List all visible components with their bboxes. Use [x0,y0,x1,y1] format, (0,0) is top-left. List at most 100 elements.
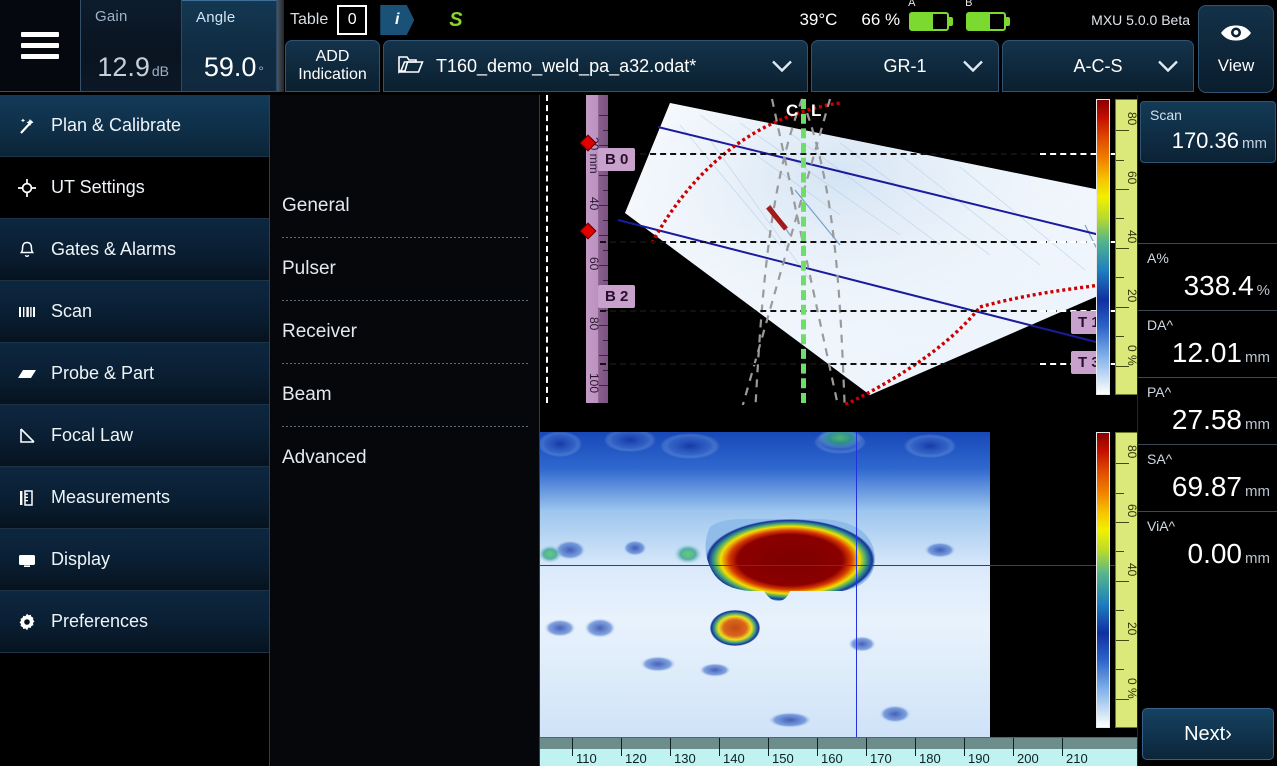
bell-icon [16,240,38,260]
gate-tag-b2[interactable]: B 2 [598,285,635,308]
submenu-item-general[interactable]: General [270,175,539,237]
next-button[interactable]: Next› [1142,708,1274,760]
readout-unit: mm [1245,483,1270,500]
c-scan-amplitude-scale: 0 % 20 40 60 80 [1115,432,1137,728]
sidebar-item-label: Gates & Alarms [51,239,176,260]
c-scan-tick-label: 200 [1017,751,1039,766]
sscan-data-fan [540,95,1137,405]
wand-icon [16,116,38,136]
table-count-box[interactable]: 0 [337,5,367,35]
table-indicator-group: Table 0 i S [290,0,463,40]
centerline-marker[interactable] [801,99,806,403]
battery-a-icon: A [909,9,955,31]
submenu-panel: General Pulser Receiver Beam Advanced [270,95,540,766]
c-scan-tick-band [540,738,1137,749]
chevron-down-icon[interactable] [771,60,793,73]
readout-sa[interactable]: SA^ 69.87mm [1138,444,1277,511]
hamburger-icon-bar [21,43,59,48]
sidebar-filler [0,653,269,761]
layout-select[interactable]: A-C-S [1002,40,1194,92]
chevron-down-icon[interactable] [1157,60,1179,73]
sscan-colorbar [1096,99,1110,395]
chevron-down-icon[interactable] [962,60,984,73]
sidebar-item-probe-part[interactable]: Probe & Part [0,343,269,405]
sidebar-item-scan[interactable]: Scan [0,281,269,343]
readout-unit: mm [1245,349,1270,366]
submenu-item-receiver[interactable]: Receiver [270,301,539,363]
readout-value: 27.58mm [1147,404,1270,436]
battery-a-label: A [908,0,915,9]
centerline-label-l: L [811,101,821,121]
readout-value: 69.87mm [1147,471,1270,503]
table-label: Table [290,11,328,29]
submenu-item-advanced[interactable]: Advanced [270,427,539,489]
c-scan-cursor-vertical[interactable] [856,432,857,737]
readout-via[interactable]: ViA^ 0.00mm [1138,511,1277,578]
group-select[interactable]: GR-1 [811,40,999,92]
amplitude-tick-label: 40 [1125,563,1137,576]
sidebar-item-focal-law[interactable]: Focal Law [0,405,269,467]
c-scan-horizontal-ruler[interactable]: 110 120 130 140 150 160 170 180 190 200 … [540,737,1137,766]
c-scan-tick-label: 160 [821,751,843,766]
gate-tag-b0[interactable]: B 0 [598,148,635,171]
file-selector[interactable]: T160_demo_weld_pa_a32.odat* [383,40,808,92]
submenu-item-beam[interactable]: Beam [270,364,539,426]
bars-icon [16,302,38,322]
c-scan-view[interactable]: 110 120 130 140 150 160 170 180 190 200 … [540,432,1137,766]
c-scan-tick-label: 110 [576,751,597,766]
ruler-icon [16,488,38,508]
sscan-amplitude-scale: 0 % 20 40 60 80 [1115,99,1137,395]
readout-unit: mm [1245,550,1270,567]
readout-value: 0.00mm [1147,538,1270,570]
angle-label: Angle [196,9,264,26]
angle-parameter-tile[interactable]: Angle 59.0° [182,0,277,92]
sector-scan-view[interactable]: 20 mm 40 60 80 100 [540,95,1137,405]
view-button[interactable]: View [1198,5,1274,93]
c-scan-tick-label: 180 [919,751,941,766]
readout-da[interactable]: DA^ 12.01mm [1138,310,1277,377]
add-indication-button[interactable]: ADD Indication [285,40,380,92]
application-window: Gain 12.9dB Angle 59.0° Table 0 i S 39°C… [0,0,1277,766]
c-scan-tick-label: 170 [870,751,892,766]
sidebar-item-label: Plan & Calibrate [51,115,181,136]
battery-percent-readout: 66 % [861,10,900,30]
c-scan-cursor-horizontal[interactable] [540,565,1137,566]
main-menu-button[interactable] [0,0,81,92]
amplitude-tick-label: 40 [1125,230,1137,243]
sidebar-item-label: Preferences [51,611,148,632]
sidebar-item-label: Focal Law [51,425,133,446]
c-scan-tick-label: 130 [674,751,696,766]
readout-value: 12.01mm [1147,337,1270,369]
readout-a-percent[interactable]: A% 338.4% [1138,243,1277,310]
submenu-item-pulser[interactable]: Pulser [270,238,539,300]
readout-scan[interactable]: Scan 170.36mm [1140,101,1276,163]
amplitude-tick-label: 0 % [1125,678,1137,699]
sidebar-item-gates-alarms[interactable]: Gates & Alarms [0,219,269,281]
readout-label: DA^ [1147,317,1270,333]
temperature-readout: 39°C [799,10,837,30]
readout-pa[interactable]: PA^ 27.58mm [1138,377,1277,444]
gain-parameter-tile[interactable]: Gain 12.9dB [81,0,182,92]
readout-unit: % [1257,282,1270,299]
file-name-label: T160_demo_weld_pa_a32.odat* [436,56,696,77]
sidebar-item-plan-calibrate[interactable]: Plan & Calibrate [0,95,269,157]
views-area: 20 mm 40 60 80 100 [540,95,1137,766]
sidebar-item-ut-settings[interactable]: UT Settings [0,157,269,219]
add-indication-line2: Indication [298,66,367,84]
angle-value: 59.0° [204,52,264,83]
sidebar-item-label: Measurements [51,487,170,508]
info-icon[interactable]: i [380,5,414,35]
wedge-icon [16,364,38,384]
amplitude-tick-label: 60 [1125,171,1137,184]
sidebar-item-preferences[interactable]: Preferences [0,591,269,653]
angle-unit: ° [258,63,264,79]
sidebar-item-label: UT Settings [51,177,145,198]
folder-icon [398,54,424,79]
readout-list: A% 338.4% DA^ 12.01mm PA^ 27.58mm SA^ 69… [1138,243,1277,578]
sidebar-item-display[interactable]: Display [0,529,269,591]
status-flag-icon: S [449,9,462,32]
crosshair-icon [16,178,38,198]
gain-value: 12.9dB [97,52,169,83]
sidebar-item-measurements[interactable]: Measurements [0,467,269,529]
amplitude-tick-label: 20 [1125,622,1137,635]
